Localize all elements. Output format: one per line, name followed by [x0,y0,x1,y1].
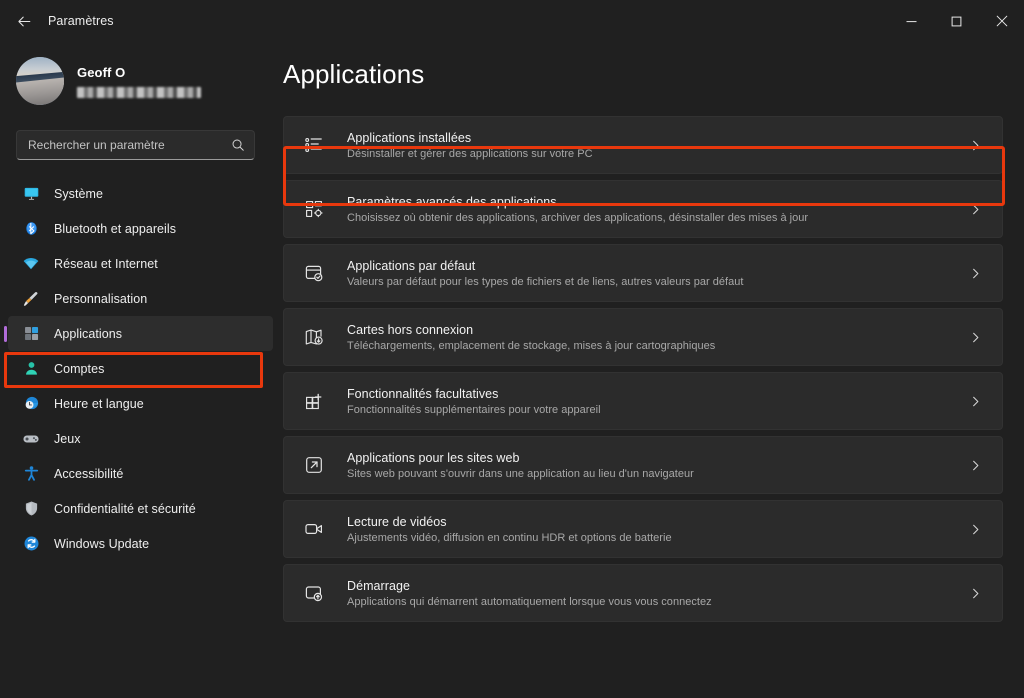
card-subtitle: Désinstaller et gérer des applications s… [347,147,593,160]
card-title: Fonctionnalités facultatives [347,386,499,401]
maximize-icon [951,16,962,26]
shield-icon [21,499,41,519]
account-section[interactable]: Geoff O [16,50,283,112]
card-fonctionnalites-facultatives[interactable]: Fonctionnalités facultatives Fonctionnal… [283,372,1003,430]
maximize-button[interactable] [934,0,979,42]
card-cartes-hors-connexion[interactable]: Cartes hors connexion Téléchargements, e… [283,308,1003,366]
card-title: Applications installées [347,130,472,145]
sidebar-item-label: Comptes [54,361,105,376]
offline-maps-icon [303,326,325,348]
back-button[interactable] [6,6,42,36]
account-email-redacted [77,86,201,98]
card-applications-pour-les-sites-web[interactable]: Applications pour les sites web Sites we… [283,436,1003,494]
update-refresh-icon [21,534,41,554]
chevron-right-icon [969,139,982,152]
paintbrush-icon [21,289,41,309]
sidebar-item-windows-update[interactable]: Windows Update [8,526,273,561]
main-content: Applications Applications installées Dés… [283,42,1024,698]
settings-window: Paramètres Geoff O Rechercher un paramèt… [0,0,1024,698]
sidebar-item-label: Heure et langue [54,396,144,411]
account-name: Geoff O [77,64,126,80]
settings-card-list: Applications installées Désinstaller et … [283,116,1003,622]
sidebar-item-systeme[interactable]: Système [8,176,273,211]
card-title: Cartes hors connexion [347,322,474,337]
sidebar-item-heure-et-langue[interactable]: Heure et langue [8,386,273,421]
card-parametres-avances-des-applications[interactable]: Paramètres avancés des applications Choi… [283,180,1003,238]
sidebar-item-comptes[interactable]: Comptes [8,351,273,386]
card-subtitle: Applications qui démarrent automatiqueme… [347,595,712,608]
sidebar-item-label: Applications [54,326,123,341]
sidebar-item-label: Windows Update [54,536,150,551]
card-subtitle: Téléchargements, emplacement de stockage… [347,339,716,352]
sidebar-item-label: Personnalisation [54,291,148,306]
card-applications-par-defaut[interactable]: Applications par défaut Valeurs par défa… [283,244,1003,302]
card-title: Lecture de vidéos [347,514,447,529]
search-box[interactable] [16,130,255,160]
card-subtitle: Valeurs par défaut pour les types de fic… [347,275,744,288]
gamepad-icon [21,429,41,449]
chevron-right-icon [969,203,982,216]
sidebar-item-label: Réseau et Internet [54,256,158,271]
window-controls [889,0,1024,42]
card-applications-installees[interactable]: Applications installées Désinstaller et … [283,116,1003,174]
monitor-icon [21,184,41,204]
card-demarrage[interactable]: Démarrage Applications qui démarrent aut… [283,564,1003,622]
accessibility-icon [21,464,41,484]
installed-apps-list-icon [303,134,325,156]
close-icon [996,15,1007,27]
chevron-right-icon [969,395,982,408]
close-button[interactable] [979,0,1024,42]
wifi-icon [21,254,41,274]
app-settings-gear-icon [303,198,325,220]
sidebar-item-label: Accessibilité [54,466,124,481]
sidebar: Geoff O Rechercher un paramètre Système … [0,42,283,698]
web-apps-external-link-icon [303,454,325,476]
card-title: Démarrage [347,578,410,593]
optional-features-plus-icon [303,390,325,412]
sidebar-item-jeux[interactable]: Jeux [8,421,273,456]
clock-globe-icon [21,394,41,414]
search-icon [231,138,245,152]
chevron-right-icon [969,331,982,344]
card-subtitle: Choisissez où obtenir des applications, … [347,211,809,224]
chevron-right-icon [969,459,982,472]
card-title: Paramètres avancés des applications [347,194,557,209]
sidebar-item-label: Confidentialité et sécurité [54,501,196,516]
card-title: Applications par défaut [347,258,476,273]
chevron-right-icon [969,267,982,280]
bluetooth-icon [21,219,41,239]
card-lecture-de-videos[interactable]: Lecture de vidéos Ajustements vidéo, dif… [283,500,1003,558]
page-title: Applications [283,59,425,89]
chevron-right-icon [969,523,982,536]
apps-icon [21,324,41,344]
minimize-icon [906,20,917,22]
startup-apps-icon [303,582,325,604]
avatar [16,57,64,105]
card-subtitle: Sites web pouvant s'ouvrir dans une appl… [347,467,694,480]
sidebar-item-applications[interactable]: Applications [8,316,273,351]
window-title: Paramètres [48,14,114,28]
minimize-button[interactable] [889,0,934,42]
back-arrow-icon [17,16,30,26]
chevron-right-icon [969,587,982,600]
sidebar-item-accessibilite[interactable]: Accessibilité [8,456,273,491]
sidebar-item-label: Bluetooth et appareils [54,221,177,236]
card-subtitle: Fonctionnalités supplémentaires pour vot… [347,403,601,416]
video-playback-camera-icon [303,518,325,540]
sidebar-item-label: Système [54,186,103,201]
default-apps-check-icon [303,262,325,284]
person-icon [21,359,41,379]
sidebar-item-confidentialite-et-securite[interactable]: Confidentialité et sécurité [8,491,273,526]
search-input[interactable] [28,138,231,152]
title-bar: Paramètres [0,0,1024,42]
sidebar-item-reseau-et-internet[interactable]: Réseau et Internet [8,246,273,281]
sidebar-item-bluetooth-et-appareils[interactable]: Bluetooth et appareils [8,211,273,246]
sidebar-item-personnalisation[interactable]: Personnalisation [8,281,273,316]
sidebar-item-label: Jeux [54,431,81,446]
card-title: Applications pour les sites web [347,450,520,465]
sidebar-nav: Système Bluetooth et appareils Réseau et… [0,176,283,561]
card-subtitle: Ajustements vidéo, diffusion en continu … [347,531,672,544]
